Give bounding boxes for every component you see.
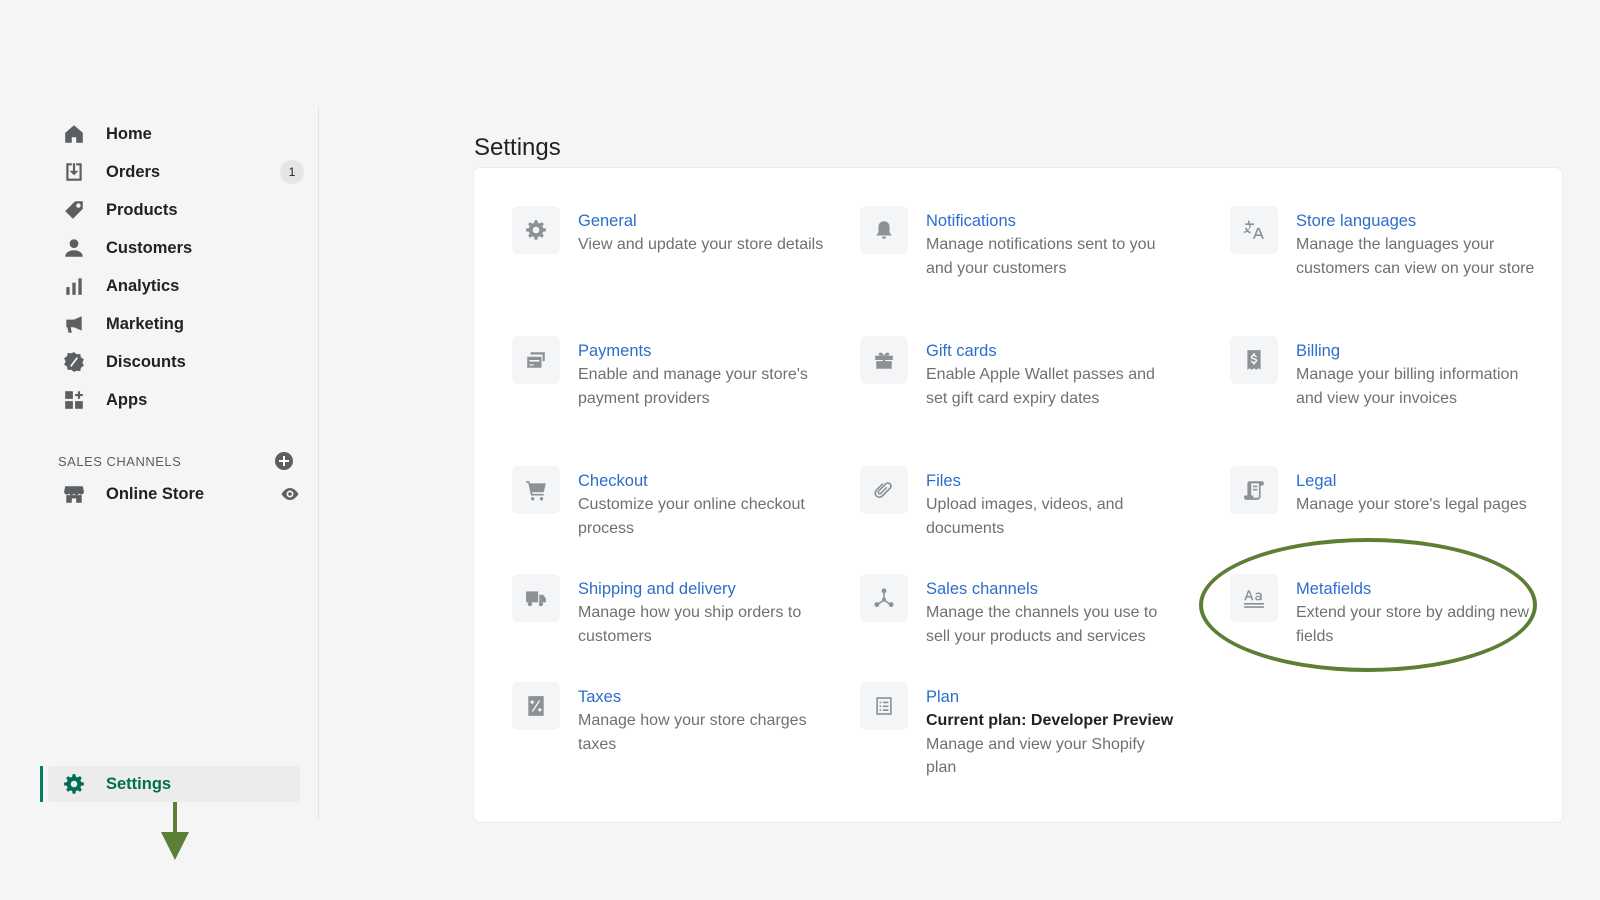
tile-description: Manage notifications sent to you and you… [926, 236, 1156, 277]
tile-description: View and update your store details [578, 236, 824, 253]
truck-icon [512, 574, 560, 622]
payment-icon [512, 336, 560, 384]
settings-tile-store-languages[interactable]: Store languages Manage the languages you… [1230, 206, 1550, 280]
tile-title[interactable]: General [578, 210, 828, 233]
taxes-icon [512, 682, 560, 730]
current-plan-label: Current plan: Developer Preview [926, 712, 1174, 729]
sidebar-item-orders[interactable]: Orders 1 [56, 154, 312, 190]
settings-tile-billing[interactable]: Billing Manage your billing information … [1230, 336, 1550, 410]
tile-title[interactable]: Plan [926, 686, 1176, 709]
tile-title[interactable]: Sales channels [926, 578, 1176, 601]
tile-description: Manage how your store charges taxes [578, 712, 807, 753]
tile-title[interactable]: Metafields [1296, 578, 1546, 601]
sidebar-item-label: Home [106, 124, 152, 143]
sidebar-item-online-store[interactable]: Online Store [56, 476, 312, 512]
settings-tile-gift-cards[interactable]: Gift cards Enable Apple Wallet passes an… [860, 336, 1180, 410]
translate-icon [1230, 206, 1278, 254]
sidebar-item-label: Orders [106, 162, 161, 181]
bar-chart-icon [62, 274, 86, 298]
sidebar-item-label: Products [106, 200, 178, 219]
sidebar-item-analytics[interactable]: Analytics [56, 268, 312, 304]
page-title: Settings [474, 134, 561, 162]
tile-title[interactable]: Billing [1296, 340, 1546, 363]
sidebar-item-marketing[interactable]: Marketing [56, 306, 312, 342]
person-icon [62, 236, 86, 260]
sidebar-item-label: Discounts [106, 352, 186, 371]
megaphone-icon [62, 312, 86, 336]
sidebar-nav: Home Orders 1 Products Customers Analyti… [40, 106, 319, 860]
sidebar-item-label: Settings [106, 774, 172, 793]
tile-description: Manage the languages your customers can … [1296, 236, 1535, 277]
sidebar-item-label: Marketing [106, 314, 184, 333]
tile-title[interactable]: Taxes [578, 686, 828, 709]
eye-icon [281, 488, 299, 500]
tile-description: Manage the channels you use to sell your… [926, 604, 1158, 645]
orders-count-badge: 1 [280, 160, 304, 184]
home-icon [62, 122, 86, 146]
sidebar-item-home[interactable]: Home [56, 116, 312, 152]
gift-icon [860, 336, 908, 384]
settings-tile-sales-channels[interactable]: Sales channels Manage the channels you u… [860, 574, 1180, 648]
tile-title[interactable]: Legal [1296, 470, 1546, 493]
sidebar-item-label: Apps [106, 390, 148, 409]
view-online-store-button[interactable] [278, 482, 302, 506]
sidebar-item-label: Customers [106, 238, 193, 257]
plus-circle-icon [275, 452, 293, 470]
billing-icon [1230, 336, 1278, 384]
legal-icon [1230, 466, 1278, 514]
orders-icon [62, 160, 86, 184]
tile-description: Manage your billing information and view… [1296, 366, 1519, 407]
tile-title[interactable]: Shipping and delivery [578, 578, 828, 601]
tile-description: Extend your store by adding new fields [1296, 604, 1530, 645]
sidebar-item-discounts[interactable]: Discounts [56, 344, 312, 380]
sidebar-item-products[interactable]: Products [56, 192, 312, 228]
sidebar-item-label: Online Store [106, 484, 205, 503]
tile-title[interactable]: Gift cards [926, 340, 1176, 363]
tile-description: Upload images, videos, and documents [926, 496, 1124, 537]
sidebar-item-customers[interactable]: Customers [56, 230, 312, 266]
tile-title[interactable]: Notifications [926, 210, 1176, 233]
settings-card: General View and update your store detai… [474, 168, 1562, 822]
metafields-icon [1230, 574, 1278, 622]
tile-description: Manage how you ship orders to customers [578, 604, 802, 645]
settings-tile-taxes[interactable]: Taxes Manage how your store charges taxe… [512, 682, 832, 756]
sales-channels-heading: SALES CHANNELS [58, 454, 182, 469]
settings-tile-general[interactable]: General View and update your store detai… [512, 206, 832, 257]
apps-icon [62, 388, 86, 412]
tile-title[interactable]: Files [926, 470, 1176, 493]
gear-icon [512, 206, 560, 254]
sidebar-item-apps[interactable]: Apps [56, 382, 312, 418]
gear-icon [62, 772, 86, 796]
bell-icon [860, 206, 908, 254]
add-sales-channel-button[interactable] [273, 450, 295, 472]
settings-tile-files[interactable]: Files Upload images, videos, and documen… [860, 466, 1180, 540]
tag-icon [62, 198, 86, 222]
channels-icon [860, 574, 908, 622]
settings-tile-shipping-and-delivery[interactable]: Shipping and delivery Manage how you shi… [512, 574, 832, 648]
tile-description: Enable and manage your store's payment p… [578, 366, 808, 407]
store-icon [62, 482, 86, 506]
tile-title[interactable]: Checkout [578, 470, 828, 493]
paperclip-icon [860, 466, 908, 514]
tile-description: Customize your online checkout process [578, 496, 805, 537]
tile-title[interactable]: Store languages [1296, 210, 1546, 233]
plan-icon [860, 682, 908, 730]
discount-icon [62, 350, 86, 374]
settings-tile-plan[interactable]: Plan Current plan: Developer Preview Man… [860, 682, 1180, 780]
sidebar-item-settings[interactable]: Settings [40, 766, 300, 802]
settings-tile-metafields[interactable]: Metafields Extend your store by adding n… [1230, 574, 1550, 648]
settings-tile-notifications[interactable]: Notifications Manage notifications sent … [860, 206, 1180, 280]
settings-tile-checkout[interactable]: Checkout Customize your online checkout … [512, 466, 832, 540]
sidebar-item-label: Analytics [106, 276, 180, 295]
tile-description: Manage and view your Shopify plan [926, 735, 1145, 777]
tile-description: Manage your store's legal pages [1296, 496, 1527, 513]
tile-description: Enable Apple Wallet passes and set gift … [926, 366, 1155, 407]
tile-title[interactable]: Payments [578, 340, 828, 363]
settings-tile-legal[interactable]: Legal Manage your store's legal pages [1230, 466, 1550, 517]
cart-icon [512, 466, 560, 514]
settings-tile-payments[interactable]: Payments Enable and manage your store's … [512, 336, 832, 410]
